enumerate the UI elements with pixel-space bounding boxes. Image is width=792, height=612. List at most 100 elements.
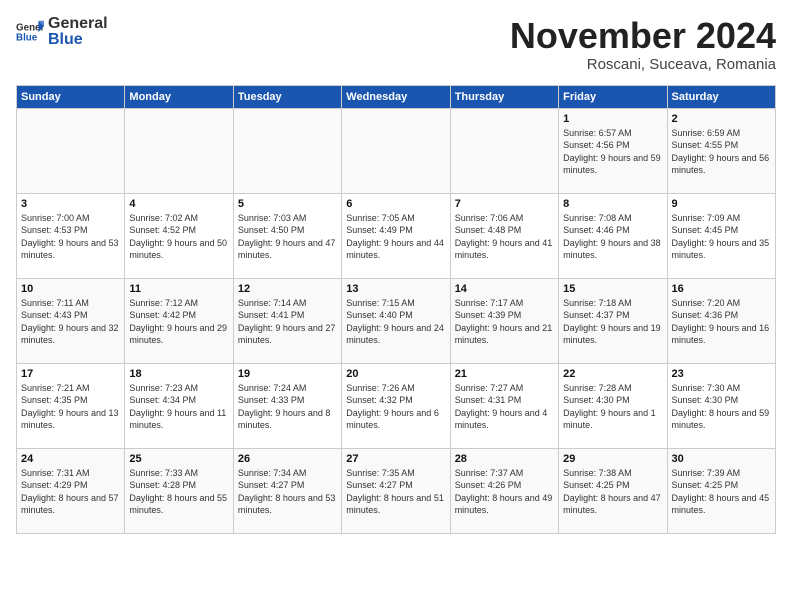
- day-number: 8: [563, 198, 662, 210]
- day-number: 27: [346, 453, 445, 465]
- calendar-cell: 16 Sunrise: 7:20 AM Sunset: 4:36 PM Dayli…: [667, 278, 775, 363]
- title-section: November 2024 Roscani, Suceava, Romania: [510, 16, 776, 73]
- calendar-cell: 5 Sunrise: 7:03 AM Sunset: 4:50 PM Daylig…: [233, 193, 341, 278]
- day-info: Sunrise: 7:02 AM Sunset: 4:52 PM Dayligh…: [129, 212, 228, 262]
- logo-general-text: General: [48, 16, 108, 32]
- month-title: November 2024: [510, 16, 776, 56]
- day-number: 17: [21, 368, 120, 380]
- day-info: Sunrise: 7:03 AM Sunset: 4:50 PM Dayligh…: [238, 212, 337, 262]
- day-info: Sunrise: 7:11 AM Sunset: 4:43 PM Dayligh…: [21, 297, 120, 347]
- day-number: 11: [129, 283, 228, 295]
- day-info: Sunrise: 7:08 AM Sunset: 4:46 PM Dayligh…: [563, 212, 662, 262]
- day-info: Sunrise: 7:27 AM Sunset: 4:31 PM Dayligh…: [455, 382, 554, 432]
- calendar-cell: 27Sunrise: 7:35 AM Sunset: 4:27 PM Dayli…: [342, 448, 450, 533]
- col-header-saturday: Saturday: [667, 85, 775, 108]
- calendar-week-4: 17 Sunrise: 7:21 AM Sunset: 4:35 PM Dayli…: [17, 363, 776, 448]
- day-number: 15: [563, 283, 662, 295]
- day-info: Sunrise: 7:30 AM Sunset: 4:30 PM Dayligh…: [672, 382, 771, 432]
- day-number: 19: [238, 368, 337, 380]
- calendar-cell: [233, 108, 341, 193]
- calendar-cell: 17 Sunrise: 7:21 AM Sunset: 4:35 PM Dayli…: [17, 363, 125, 448]
- calendar-cell: 12 Sunrise: 7:14 AM Sunset: 4:41 PM Dayli…: [233, 278, 341, 363]
- calendar-cell: 7 Sunrise: 7:06 AM Sunset: 4:48 PM Daylig…: [450, 193, 558, 278]
- day-info: Sunrise: 7:38 AM Sunset: 4:25 PM Dayligh…: [563, 467, 662, 517]
- day-info: Sunrise: 7:05 AM Sunset: 4:49 PM Dayligh…: [346, 212, 445, 262]
- location-subtitle: Roscani, Suceava, Romania: [510, 56, 776, 73]
- day-number: 20: [346, 368, 445, 380]
- calendar-cell: 22Sunrise: 7:28 AM Sunset: 4:30 PM Dayli…: [559, 363, 667, 448]
- svg-text:Blue: Blue: [16, 32, 38, 43]
- day-info: Sunrise: 7:31 AM Sunset: 4:29 PM Dayligh…: [21, 467, 120, 517]
- day-number: 5: [238, 198, 337, 210]
- calendar-header-row: SundayMondayTuesdayWednesdayThursdayFrid…: [17, 85, 776, 108]
- logo-icon: General Blue: [16, 18, 44, 46]
- col-header-monday: Monday: [125, 85, 233, 108]
- day-number: 24: [21, 453, 120, 465]
- day-info: Sunrise: 7:15 AM Sunset: 4:40 PM Dayligh…: [346, 297, 445, 347]
- day-info: Sunrise: 7:26 AM Sunset: 4:32 PM Dayligh…: [346, 382, 445, 432]
- day-number: 4: [129, 198, 228, 210]
- day-info: Sunrise: 7:34 AM Sunset: 4:27 PM Dayligh…: [238, 467, 337, 517]
- calendar-week-5: 24 Sunrise: 7:31 AM Sunset: 4:29 PM Dayli…: [17, 448, 776, 533]
- day-info: Sunrise: 7:06 AM Sunset: 4:48 PM Dayligh…: [455, 212, 554, 262]
- day-info: Sunrise: 7:39 AM Sunset: 4:25 PM Dayligh…: [672, 467, 771, 517]
- col-header-sunday: Sunday: [17, 85, 125, 108]
- day-info: Sunrise: 7:18 AM Sunset: 4:37 PM Dayligh…: [563, 297, 662, 347]
- day-info: Sunrise: 7:20 AM Sunset: 4:36 PM Dayligh…: [672, 297, 771, 347]
- day-info: Sunrise: 7:17 AM Sunset: 4:39 PM Dayligh…: [455, 297, 554, 347]
- day-number: 23: [672, 368, 771, 380]
- calendar-table: SundayMondayTuesdayWednesdayThursdayFrid…: [16, 85, 776, 534]
- calendar-cell: 8 Sunrise: 7:08 AM Sunset: 4:46 PM Daylig…: [559, 193, 667, 278]
- day-number: 13: [346, 283, 445, 295]
- calendar-week-1: 1 Sunrise: 6:57 AM Sunset: 4:56 PM Daylig…: [17, 108, 776, 193]
- day-number: 12: [238, 283, 337, 295]
- day-info: Sunrise: 7:00 AM Sunset: 4:53 PM Dayligh…: [21, 212, 120, 262]
- calendar-cell: 13 Sunrise: 7:15 AM Sunset: 4:40 PM Dayli…: [342, 278, 450, 363]
- day-number: 18: [129, 368, 228, 380]
- day-number: 16: [672, 283, 771, 295]
- calendar-cell: [342, 108, 450, 193]
- calendar-cell: 25Sunrise: 7:33 AM Sunset: 4:28 PM Dayli…: [125, 448, 233, 533]
- calendar-cell: 29 Sunrise: 7:38 AM Sunset: 4:25 PM Dayli…: [559, 448, 667, 533]
- day-info: Sunrise: 7:33 AM Sunset: 4:28 PM Dayligh…: [129, 467, 228, 517]
- day-number: 3: [21, 198, 120, 210]
- logo: General Blue General Blue: [16, 16, 108, 48]
- day-number: 30: [672, 453, 771, 465]
- calendar-cell: 30 Sunrise: 7:39 AM Sunset: 4:25 PM Dayli…: [667, 448, 775, 533]
- day-info: Sunrise: 7:14 AM Sunset: 4:41 PM Dayligh…: [238, 297, 337, 347]
- col-header-tuesday: Tuesday: [233, 85, 341, 108]
- day-info: Sunrise: 6:57 AM Sunset: 4:56 PM Dayligh…: [563, 127, 662, 177]
- calendar-cell: 23 Sunrise: 7:30 AM Sunset: 4:30 PM Dayli…: [667, 363, 775, 448]
- day-info: Sunrise: 7:21 AM Sunset: 4:35 PM Dayligh…: [21, 382, 120, 432]
- day-info: Sunrise: 7:12 AM Sunset: 4:42 PM Dayligh…: [129, 297, 228, 347]
- day-number: 1: [563, 113, 662, 125]
- day-number: 14: [455, 283, 554, 295]
- day-number: 26: [238, 453, 337, 465]
- day-info: Sunrise: 7:24 AM Sunset: 4:33 PM Dayligh…: [238, 382, 337, 432]
- day-number: 10: [21, 283, 120, 295]
- calendar-cell: 10 Sunrise: 7:11 AM Sunset: 4:43 PM Dayli…: [17, 278, 125, 363]
- day-number: 6: [346, 198, 445, 210]
- calendar-cell: 4 Sunrise: 7:02 AM Sunset: 4:52 PM Daylig…: [125, 193, 233, 278]
- col-header-wednesday: Wednesday: [342, 85, 450, 108]
- day-number: 29: [563, 453, 662, 465]
- calendar-cell: 15 Sunrise: 7:18 AM Sunset: 4:37 PM Dayli…: [559, 278, 667, 363]
- calendar-cell: 3 Sunrise: 7:00 AM Sunset: 4:53 PM Daylig…: [17, 193, 125, 278]
- day-number: 9: [672, 198, 771, 210]
- calendar-cell: [17, 108, 125, 193]
- calendar-cell: 11 Sunrise: 7:12 AM Sunset: 4:42 PM Dayli…: [125, 278, 233, 363]
- calendar-cell: [450, 108, 558, 193]
- day-number: 7: [455, 198, 554, 210]
- day-number: 2: [672, 113, 771, 125]
- day-number: 28: [455, 453, 554, 465]
- day-info: Sunrise: 6:59 AM Sunset: 4:55 PM Dayligh…: [672, 127, 771, 177]
- day-info: Sunrise: 7:37 AM Sunset: 4:26 PM Dayligh…: [455, 467, 554, 517]
- calendar-cell: 21Sunrise: 7:27 AM Sunset: 4:31 PM Dayli…: [450, 363, 558, 448]
- calendar-week-3: 10 Sunrise: 7:11 AM Sunset: 4:43 PM Dayli…: [17, 278, 776, 363]
- day-info: Sunrise: 7:23 AM Sunset: 4:34 PM Dayligh…: [129, 382, 228, 432]
- calendar-cell: 9Sunrise: 7:09 AM Sunset: 4:45 PM Daylig…: [667, 193, 775, 278]
- col-header-friday: Friday: [559, 85, 667, 108]
- day-info: Sunrise: 7:28 AM Sunset: 4:30 PM Dayligh…: [563, 382, 662, 432]
- calendar-cell: [125, 108, 233, 193]
- calendar-week-2: 3 Sunrise: 7:00 AM Sunset: 4:53 PM Daylig…: [17, 193, 776, 278]
